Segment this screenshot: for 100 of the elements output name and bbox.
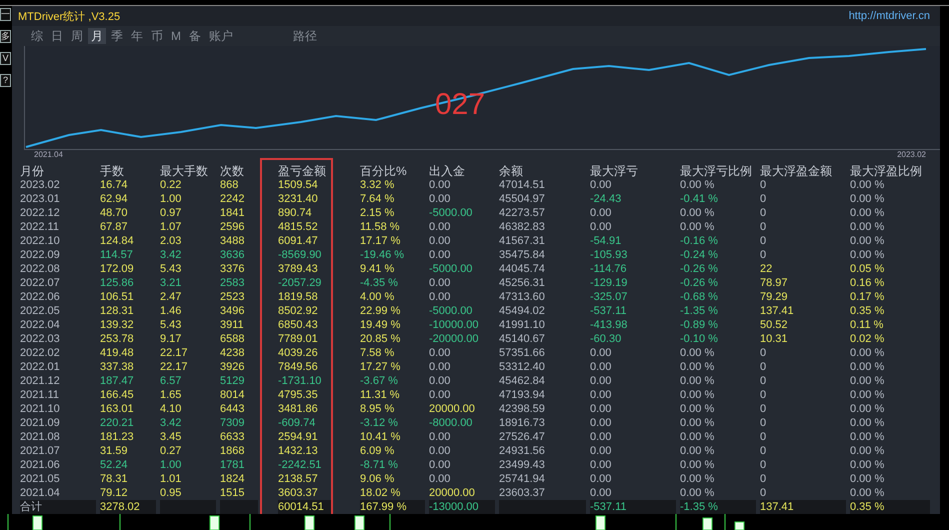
table-cell-text: 22	[760, 262, 774, 276]
table-cell-text: -8569.90	[278, 248, 322, 262]
side-button[interactable]: 多	[0, 30, 11, 43]
table-cell-text: 3926	[220, 360, 246, 374]
tab[interactable]: 季	[108, 28, 126, 44]
table-cell-text: 166.45	[100, 388, 135, 402]
tab[interactable]: M	[168, 28, 184, 44]
table-cell-text: 0.00	[429, 290, 452, 304]
website-link[interactable]: http://mtdriver.cn	[848, 10, 930, 22]
table-cell-text: 22.17	[160, 360, 189, 374]
table-cell-text: 2022.02	[20, 346, 61, 360]
table-cell-text: 42273.57	[499, 206, 546, 220]
table-cell-text: 8014	[220, 388, 246, 402]
table-cell-text: 3.45	[160, 430, 182, 444]
table-cell-text: 3231.40	[278, 192, 319, 206]
table-cell-text: 20000.00	[429, 486, 476, 500]
tab[interactable]: 路径	[290, 28, 320, 44]
table-cell-text: 0	[760, 402, 768, 416]
table-cell-text: 0.00	[590, 430, 612, 444]
column-header: 出入金	[429, 164, 466, 178]
table-cell-text: 0.97	[160, 206, 182, 220]
table-cell-text: 6091.47	[278, 234, 319, 248]
table-cell-text: 7.58 %	[360, 346, 396, 360]
table-cell-text: 0	[760, 472, 768, 486]
table-cell-text: 2021.07	[20, 444, 61, 458]
table-cell-text: 2022.01	[20, 360, 61, 374]
table-cell-text: 0.35 %	[850, 304, 886, 318]
table-cell-text: 0.00	[429, 192, 452, 206]
empty-cell	[220, 500, 258, 514]
table-cell-text: -325.07	[590, 290, 628, 304]
table-cell-text: 1515	[220, 486, 246, 500]
column-header: 次数	[220, 164, 245, 178]
table-cell-text: 0.00	[590, 444, 612, 458]
table-cell-text: 20000.00	[429, 402, 476, 416]
side-button[interactable]: 一	[0, 8, 11, 21]
table-cell-text: 4795.35	[278, 388, 319, 402]
table-cell-text: 6.57	[160, 374, 182, 388]
table-cell-text: -1.35 %	[680, 304, 719, 318]
table-cell-text: 23499.43	[499, 458, 546, 472]
total-cell: 合计	[20, 500, 96, 514]
table-cell-text: 0	[760, 192, 768, 206]
table-cell-text: 2022.07	[20, 276, 61, 290]
table-cell-text: 0.00	[429, 234, 452, 248]
table-cell-text: 0.00	[429, 346, 452, 360]
table-cell-text: 139.32	[100, 318, 135, 332]
table-cell-text: 6.09 %	[360, 444, 396, 458]
table-cell-text: 1.46	[160, 304, 182, 318]
table-cell-text: 0.00 %	[850, 472, 886, 486]
table-cell-text: 1.01	[160, 472, 182, 486]
table-cell-text: 106.51	[100, 290, 135, 304]
tab[interactable]: 账户	[206, 28, 236, 44]
tab[interactable]: 备	[186, 28, 204, 44]
tab[interactable]: 周	[68, 28, 86, 44]
table-cell-text: 0.00 %	[850, 220, 886, 234]
table-cell-text: 0.27	[160, 444, 182, 458]
tab[interactable]: 月	[88, 28, 106, 44]
table-cell-text: -0.26 %	[680, 276, 719, 290]
table-cell-text: 1824	[220, 472, 246, 486]
table-cell-text: 11.31 %	[360, 388, 401, 402]
table-cell-text: 0.00	[590, 346, 612, 360]
total-cell: -13000.00	[429, 500, 495, 514]
side-button[interactable]: V	[0, 52, 11, 65]
tab[interactable]: 币	[148, 28, 166, 44]
column-header: 最大浮盈金额	[760, 164, 833, 178]
table-cell-text: 0.00	[429, 430, 452, 444]
table-cell-text: 0	[760, 486, 768, 500]
table-cell-text: 24931.56	[499, 444, 546, 458]
table-cell-text: 31.59	[100, 444, 129, 458]
table-cell-text: 1781	[220, 458, 246, 472]
tab[interactable]: 日	[48, 28, 66, 44]
table-cell-text: 0.22	[160, 178, 182, 192]
tab[interactable]: 年	[128, 28, 146, 44]
table-cell-text: 22.99 %	[360, 304, 402, 318]
table-cell-text: 2022.04	[20, 318, 61, 332]
table-cell-text: 137.41	[760, 304, 795, 318]
table-cell-text: 45256.31	[499, 276, 546, 290]
column-header: 最大浮盈比例	[850, 164, 923, 178]
table-cell-text: 25741.94	[499, 472, 546, 486]
table-cell-text: 0.00 %	[850, 388, 886, 402]
table-cell-text: 3911	[220, 318, 245, 332]
table-cell-text: 42398.59	[499, 402, 546, 416]
table-cell-text: 17.17 %	[360, 234, 402, 248]
table-cell-text: 2022.05	[20, 304, 61, 318]
table-cell-text: 0	[760, 360, 768, 374]
side-button[interactable]: ?	[0, 74, 11, 87]
table-cell-text: 0.00	[429, 360, 452, 374]
table-cell-text: -4.35 %	[360, 276, 399, 290]
table-cell-text: 3481.86	[278, 402, 319, 416]
table-cell-text: 0.00 %	[850, 416, 886, 430]
table-cell-text: 78.97	[760, 276, 789, 290]
column-header: 手数	[100, 164, 125, 178]
table-cell-text: -5000.00	[429, 304, 474, 318]
table-cell-text: 0.00 %	[680, 374, 716, 388]
table-cell-text: 0.00 %	[680, 444, 716, 458]
tab[interactable]: 综	[28, 28, 46, 44]
table-cell-text: 0.00	[429, 220, 452, 234]
table-cell-text: 4815.52	[278, 220, 319, 234]
table-cell-text: 0.00 %	[680, 402, 716, 416]
table-cell-text: -19.46 %	[360, 248, 406, 262]
table-cell-text: 0.02 %	[850, 332, 886, 346]
